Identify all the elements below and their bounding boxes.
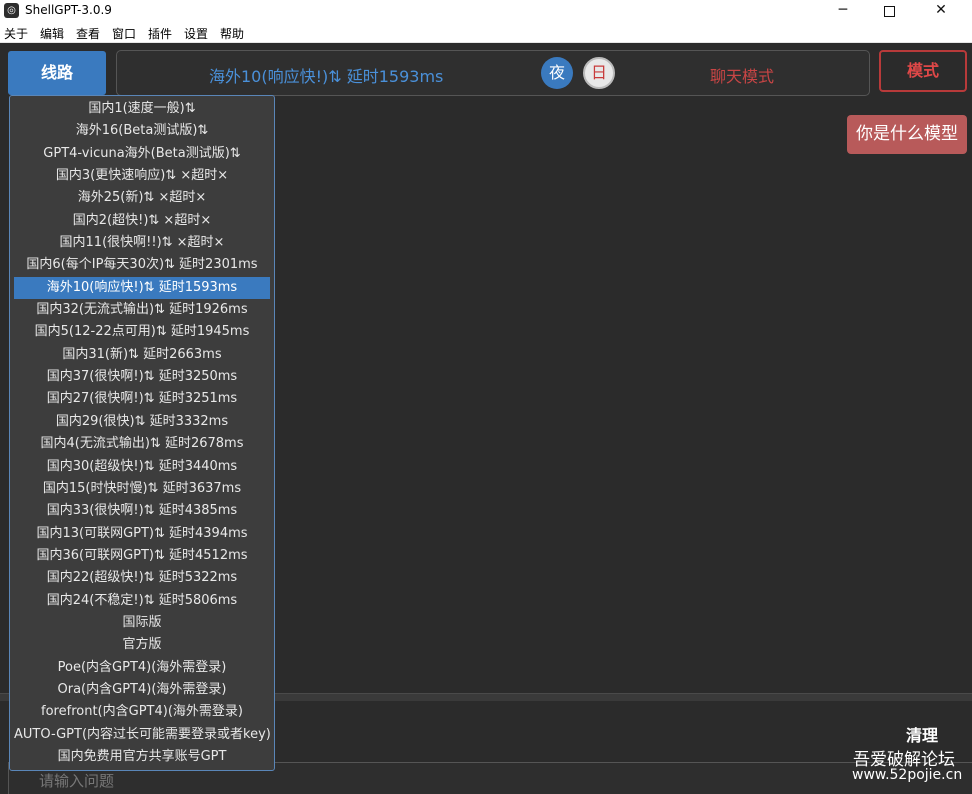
menu-edit[interactable]: 编辑 (40, 25, 64, 42)
route-option[interactable]: AUTO-GPT(内容过长可能需要登录或者key) (14, 724, 270, 746)
menu-plugins[interactable]: 插件 (148, 25, 172, 42)
route-option[interactable]: 国内33(很快啊!)⇅ 延时4385ms (14, 500, 270, 522)
night-theme-button[interactable]: 夜 (541, 57, 573, 89)
route-option[interactable]: 国内37(很快啊!)⇅ 延时3250ms (14, 366, 270, 388)
route-option[interactable]: 国内27(很快啊!)⇅ 延时3251ms (14, 388, 270, 410)
route-option[interactable]: 国内36(可联网GPT)⇅ 延时4512ms (14, 545, 270, 567)
route-option[interactable]: 海外16(Beta测试版)⇅ (14, 120, 270, 142)
route-button[interactable]: 线路 (8, 51, 106, 95)
route-option[interactable]: 海外10(响应快!)⇅ 延时1593ms (14, 276, 270, 300)
route-option[interactable]: 国内15(时快时慢)⇅ 延时3637ms (14, 478, 270, 500)
menu-bar: 关于 编辑 查看 窗口 插件 设置 帮助 (0, 22, 972, 43)
route-option[interactable]: 国内5(12-22点可用)⇅ 延时1945ms (14, 321, 270, 343)
user-message-bubble: 你是什么模型 (847, 115, 967, 154)
status-bar: 海外10(响应快!)⇅ 延时1593ms 夜 日 聊天模式 (116, 50, 870, 96)
menu-about[interactable]: 关于 (4, 25, 28, 42)
minimize-button[interactable]: ─ (820, 0, 866, 22)
route-option[interactable]: 国内22(超级快!)⇅ 延时5322ms (14, 567, 270, 589)
clear-button[interactable]: 清理 (906, 722, 938, 746)
route-option[interactable]: Poe(内含GPT4)(海外需登录) (14, 657, 270, 679)
maximize-button[interactable] (866, 0, 912, 22)
route-option[interactable]: GPT4-vicuna海外(Beta测试版)⇅ (14, 143, 270, 165)
route-option[interactable]: 国内29(很快)⇅ 延时3332ms (14, 411, 270, 433)
route-option[interactable]: 官方版 (14, 634, 270, 656)
route-dropdown-list[interactable]: 国内1(速度一般)⇅ 海外16(Beta测试版)⇅ GPT4-vicuna海外(Be… (9, 95, 275, 771)
route-option[interactable]: 国内6(每个IP每天30次)⇅ 延时2301ms (14, 254, 270, 276)
route-option[interactable]: 国内32(无流式输出)⇅ 延时1926ms (14, 299, 270, 321)
mode-button[interactable]: 模式 (879, 50, 967, 92)
route-option[interactable]: 海外25(新)⇅ ×超时× (14, 187, 270, 209)
menu-settings[interactable]: 设置 (184, 25, 208, 42)
route-option[interactable]: 国内2(超快!)⇅ ×超时× (14, 210, 270, 232)
route-option[interactable]: 国内1(速度一般)⇅ (14, 98, 270, 120)
route-option[interactable]: 国内24(不稳定!)⇅ 延时5806ms (14, 590, 270, 612)
route-option[interactable]: 国际版 (14, 612, 270, 634)
menu-help[interactable]: 帮助 (220, 25, 244, 42)
mode-status-text: 聊天模式 (710, 67, 775, 86)
route-status-text: 海外10(响应快!)⇅ 延时1593ms (209, 67, 444, 86)
route-option[interactable]: 国内13(可联网GPT)⇅ 延时4394ms (14, 523, 270, 545)
route-option[interactable]: 国内4(无流式输出)⇅ 延时2678ms (14, 433, 270, 455)
route-option[interactable]: 国内31(新)⇅ 延时2663ms (14, 344, 270, 366)
route-option[interactable]: 国内11(很快啊!!)⇅ ×超时× (14, 232, 270, 254)
menu-view[interactable]: 查看 (76, 25, 100, 42)
close-button[interactable]: ✕ (918, 0, 964, 22)
route-option[interactable]: forefront(内含GPT4)(海外需登录) (14, 701, 270, 723)
route-option[interactable]: 国内3(更快速响应)⇅ ×超时× (14, 165, 270, 187)
window-title: ShellGPT-3.0.9 (25, 3, 112, 17)
day-theme-button[interactable]: 日 (583, 57, 615, 89)
question-input[interactable] (37, 769, 841, 793)
watermark-forum-url: www.52pojie.cn (852, 767, 963, 783)
route-option[interactable]: Ora(内含GPT4)(海外需登录) (14, 679, 270, 701)
route-option[interactable]: 国内免费用官方共享账号GPT (14, 746, 270, 768)
app-logo-icon: ◎ (4, 3, 19, 18)
menu-window[interactable]: 窗口 (112, 25, 136, 42)
title-bar: ◎ ShellGPT-3.0.9 ─ ✕ (0, 0, 972, 22)
route-option[interactable]: 国内30(超级快!)⇅ 延时3440ms (14, 456, 270, 478)
maximize-icon (883, 6, 895, 17)
